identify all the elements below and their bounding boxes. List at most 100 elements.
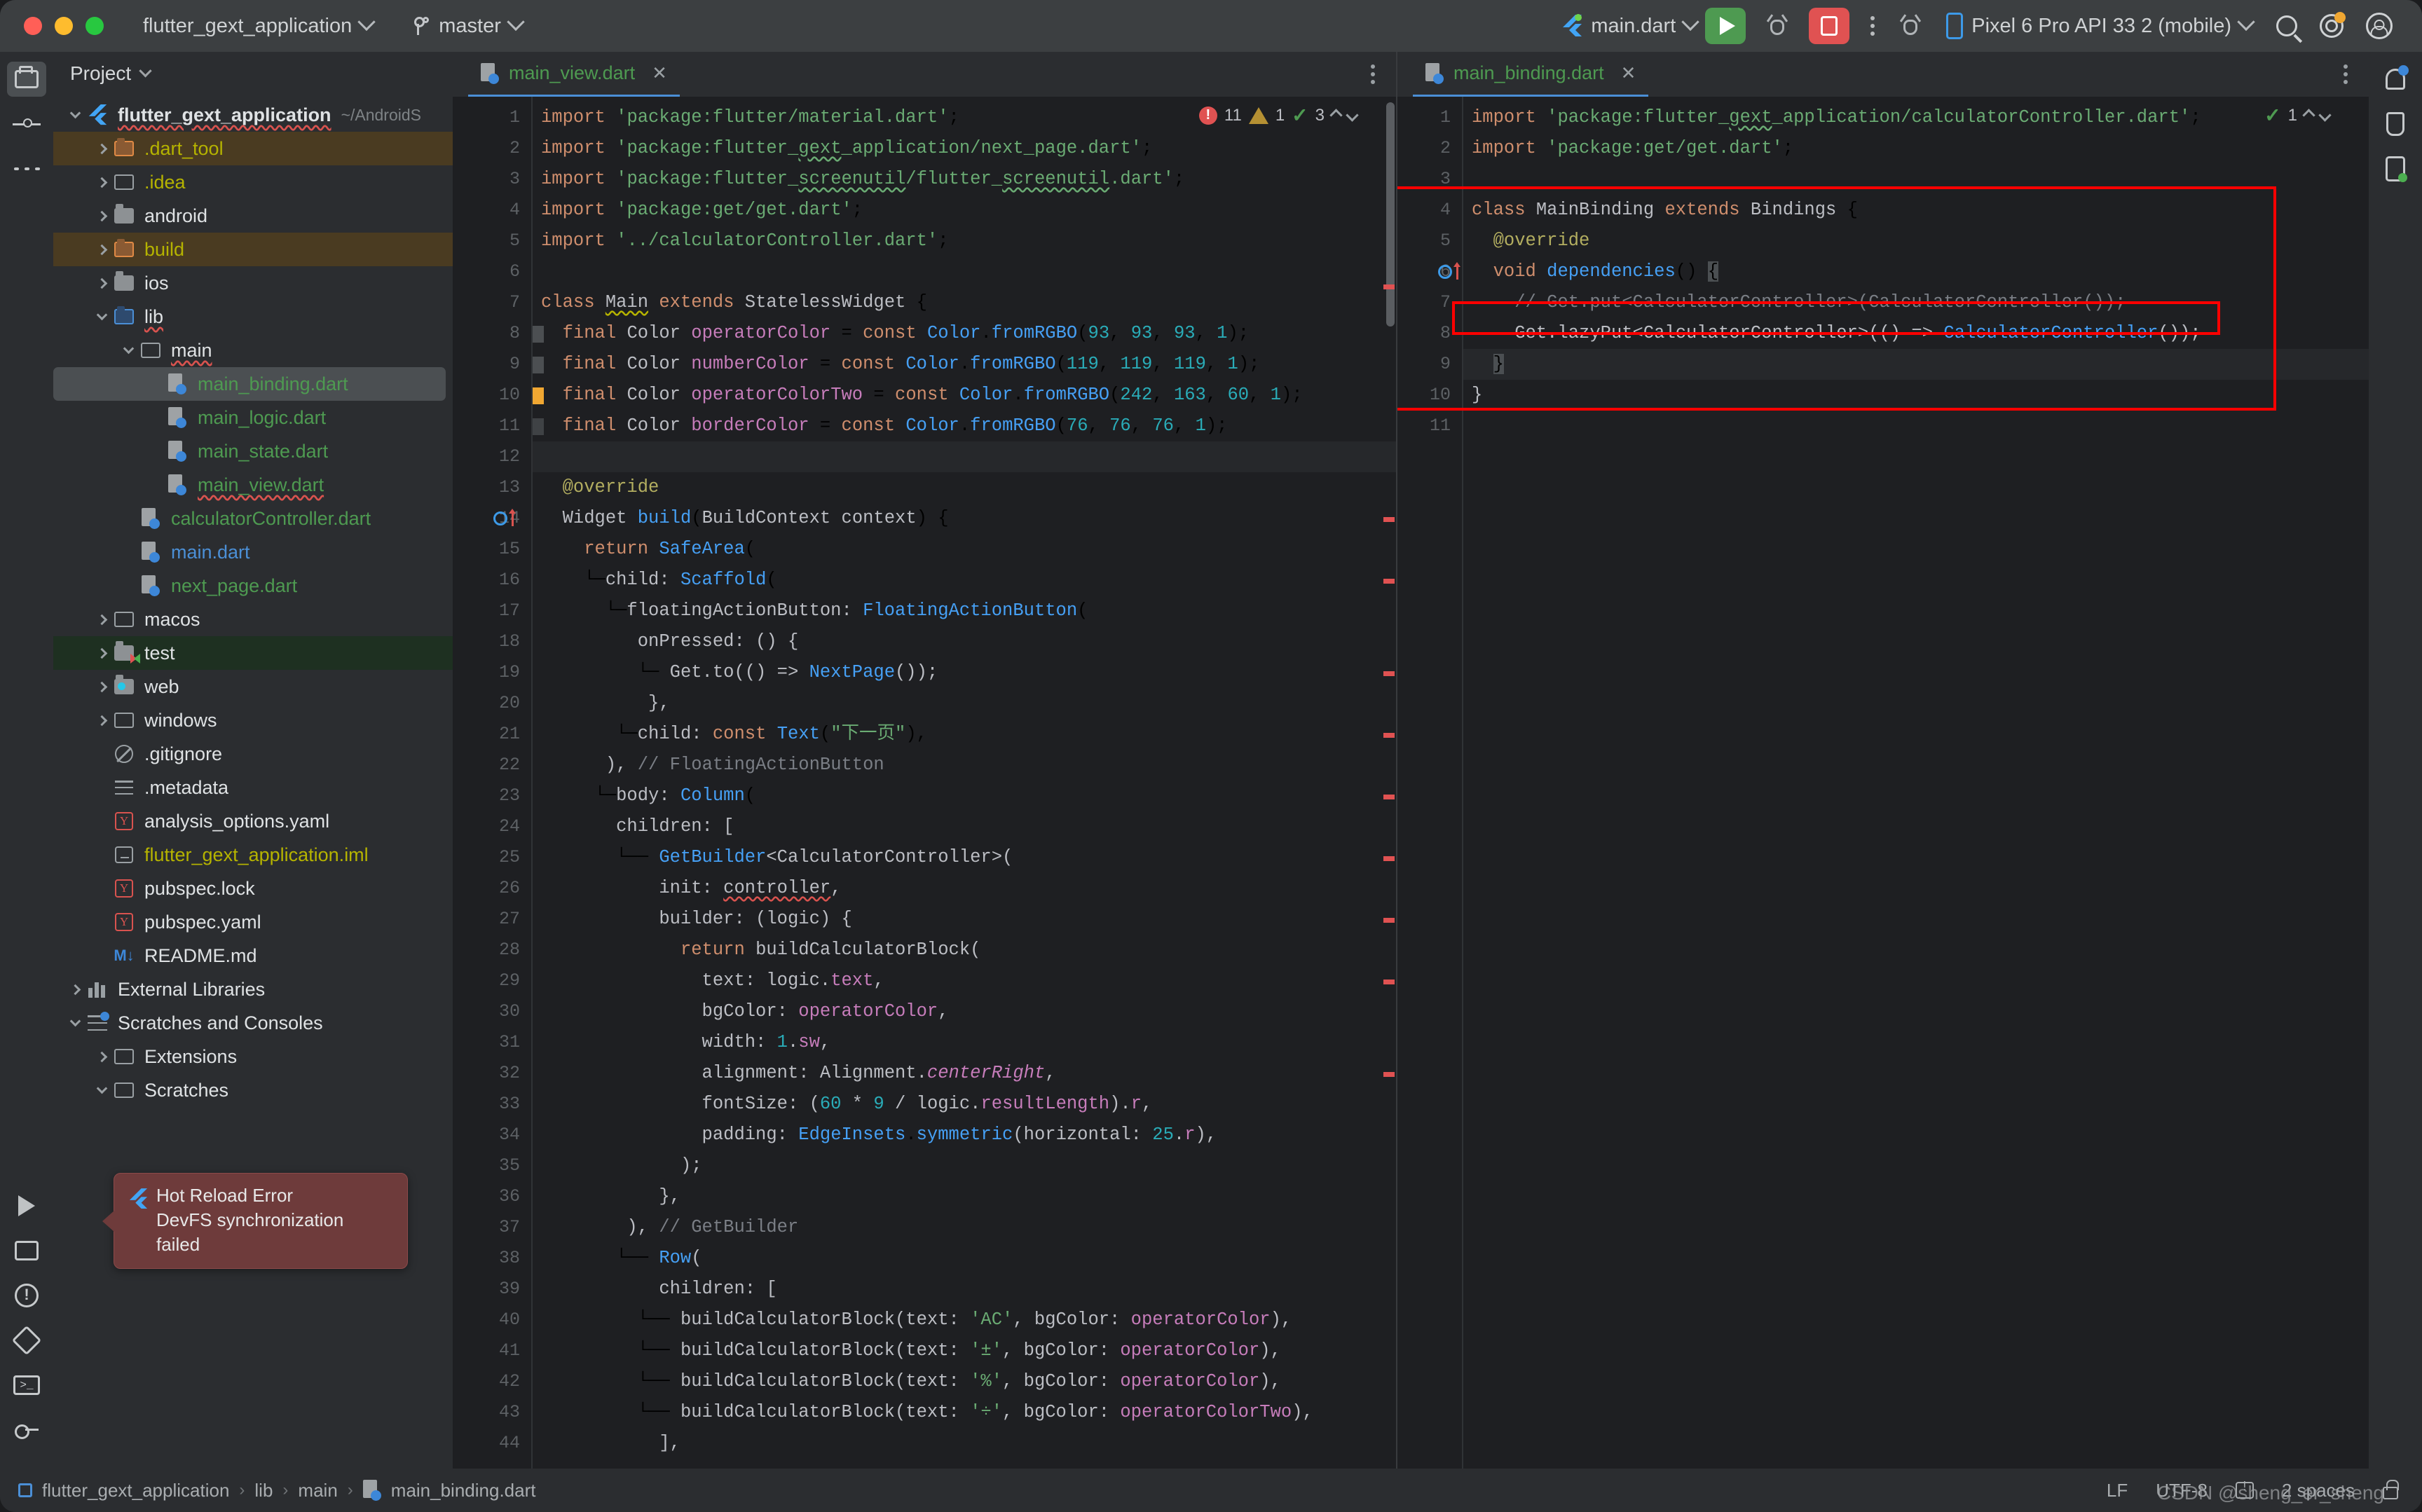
editor-scrollbar-left[interactable] xyxy=(1386,102,1395,327)
sidebar-item-commit[interactable] xyxy=(7,106,46,142)
sidebar-item-project[interactable] xyxy=(7,62,46,97)
code-line[interactable]: import 'package:get/get.dart'; xyxy=(1463,133,2369,164)
code-line[interactable]: └── buildCalculatorBlock(text: 'AC', bgC… xyxy=(533,1305,1396,1335)
override-gutter-icon[interactable] xyxy=(1438,265,1452,279)
close-window-button[interactable] xyxy=(24,17,42,35)
device-selector[interactable]: Pixel 6 Pro API 33 2 (mobile) xyxy=(1946,13,2255,39)
chevron-right-icon[interactable] xyxy=(93,210,111,221)
tree-item--idea[interactable]: .idea xyxy=(53,165,453,199)
inspection-widget-right[interactable]: ✓ 1 xyxy=(2264,104,2332,127)
chevron-up-icon[interactable] xyxy=(2302,109,2315,122)
settings-button[interactable] xyxy=(2308,12,2355,38)
chevron-down-icon[interactable] xyxy=(93,309,111,321)
code-line[interactable]: ), // GetBuilder xyxy=(533,1212,1396,1243)
account-button[interactable] xyxy=(2355,13,2404,39)
tree-item-pubspec-lock[interactable]: Ypubspec.lock xyxy=(53,872,453,905)
chevron-down-icon[interactable] xyxy=(119,343,137,355)
tree-item-pubspec-yaml[interactable]: Ypubspec.yaml xyxy=(53,905,453,939)
editor-options-button[interactable] xyxy=(2344,64,2348,84)
code-line[interactable]: // Get.put<CalculatorController>(Calcula… xyxy=(1463,287,2369,318)
code-line[interactable]: import '../calculatorController.dart'; xyxy=(533,226,1396,256)
tree-item-android[interactable]: android xyxy=(53,199,453,233)
stop-button[interactable] xyxy=(1809,8,1850,44)
tree-item-build[interactable]: build xyxy=(53,233,453,266)
breadcrumb-item[interactable]: main xyxy=(298,1480,337,1501)
tree-item-analysis-options-yaml[interactable]: Yanalysis_options.yaml xyxy=(53,804,453,838)
code-line[interactable]: alignment: Alignment.centerRight, xyxy=(533,1058,1396,1089)
tree-item-main[interactable]: main xyxy=(53,334,453,367)
chevron-right-icon[interactable] xyxy=(93,143,111,154)
code-line[interactable] xyxy=(533,256,1396,287)
code-line[interactable]: init: controller, xyxy=(533,873,1396,904)
code-line[interactable]: └─ Get.to(() => NextPage()); xyxy=(533,657,1396,688)
minimize-window-button[interactable] xyxy=(55,17,73,35)
code-line[interactable]: └─body: Column( xyxy=(533,781,1396,811)
tree-item-macos[interactable]: macos xyxy=(53,603,453,636)
code-line[interactable]: } xyxy=(1463,380,2369,411)
code-line[interactable]: └─floatingActionButton: FloatingActionBu… xyxy=(533,596,1396,626)
tree-item--dart-tool[interactable]: .dart_tool xyxy=(53,132,453,165)
project-selector[interactable]: flutter_gext_application xyxy=(143,13,376,38)
chevron-right-icon[interactable] xyxy=(93,614,111,625)
code-line[interactable]: └── Row( xyxy=(533,1243,1396,1274)
chevron-right-icon[interactable] xyxy=(93,715,111,726)
tree-item-calculatorcontroller-dart[interactable]: calculatorController.dart xyxy=(53,502,453,535)
code-content-left[interactable]: import 'package:flutter/material.dart'; i… xyxy=(531,97,1396,1469)
code-line[interactable]: onPressed: () { xyxy=(533,626,1396,657)
tree-item-main-state-dart[interactable]: main_state.dart xyxy=(53,434,453,468)
chevron-right-icon[interactable] xyxy=(93,1051,111,1062)
chevron-right-icon[interactable] xyxy=(93,244,111,255)
code-line[interactable]: final Color borderColor = const Color.fr… xyxy=(533,411,1396,441)
breadcrumb-item[interactable]: main_binding.dart xyxy=(391,1480,536,1501)
more-options-button[interactable] xyxy=(1858,16,1887,36)
code-line[interactable]: └─child: const Text("下一页"), xyxy=(533,719,1396,750)
chevron-down-icon[interactable] xyxy=(66,107,84,119)
code-line[interactable]: import 'package:flutter_screenutil/flutt… xyxy=(533,164,1396,195)
project-panel-header[interactable]: Project xyxy=(53,52,453,95)
debug-button[interactable] xyxy=(1754,14,1800,38)
sidebar-item-device-manager[interactable] xyxy=(2376,151,2415,186)
tree-item-scratches[interactable]: Scratches xyxy=(53,1073,453,1107)
inspection-widget-left[interactable]: ! 11 1 ✓ 3 xyxy=(1198,104,1359,127)
breadcrumb[interactable]: flutter_gext_application › lib › main › main_b… xyxy=(18,1480,535,1501)
tree-item-windows[interactable]: windows xyxy=(53,703,453,737)
close-icon[interactable]: ✕ xyxy=(652,62,667,84)
run-button[interactable] xyxy=(1705,8,1746,44)
code-line[interactable]: import 'package:get/get.dart'; xyxy=(533,195,1396,226)
chevron-right-icon[interactable] xyxy=(66,984,84,995)
code-line[interactable]: text: logic.text, xyxy=(533,965,1396,996)
code-line[interactable]: children: [ xyxy=(533,1274,1396,1305)
tree-item-extensions[interactable]: Extensions xyxy=(53,1040,453,1073)
code-line[interactable]: padding: EdgeInsets.symmetric(horizontal… xyxy=(533,1120,1396,1150)
close-icon[interactable]: ✕ xyxy=(1621,62,1636,84)
code-line[interactable]: ); xyxy=(533,1150,1396,1181)
code-line[interactable]: fontSize: (60 * 9 / logic.resultLength).… xyxy=(533,1089,1396,1120)
tree-item-lib[interactable]: lib xyxy=(53,300,453,334)
code-line[interactable] xyxy=(1463,164,2369,195)
sidebar-item-flutter-outline[interactable] xyxy=(2376,106,2415,142)
sidebar-item-flutter-inspector[interactable] xyxy=(7,1323,46,1358)
chevron-down-icon[interactable] xyxy=(1346,109,1359,122)
code-line[interactable]: return SafeArea( xyxy=(533,534,1396,565)
code-line[interactable]: return buildCalculatorBlock( xyxy=(533,935,1396,965)
code-line[interactable]: @override xyxy=(533,472,1396,503)
override-gutter-icon[interactable] xyxy=(493,511,507,525)
breadcrumb-item[interactable]: lib xyxy=(254,1480,273,1501)
tab-main-view-dart[interactable]: main_view.dart ✕ xyxy=(468,52,680,97)
code-line[interactable]: ], xyxy=(533,1428,1396,1459)
tree-item-flutter-gext-application-iml[interactable]: flutter_gext_application.iml xyxy=(53,838,453,872)
sidebar-item-terminal[interactable]: >_ xyxy=(7,1368,46,1403)
code-line[interactable]: final Color numberColor = const Color.fr… xyxy=(533,349,1396,380)
code-line[interactable] xyxy=(533,441,1396,472)
breadcrumb-item[interactable]: flutter_gext_application xyxy=(42,1480,229,1501)
code-line[interactable]: width: 1.sw, xyxy=(533,1027,1396,1058)
sidebar-item-run[interactable] xyxy=(7,1188,46,1223)
tree-item-ios[interactable]: ios xyxy=(53,266,453,300)
tree-item--gitignore[interactable]: .gitignore xyxy=(53,737,453,771)
tree-item-scratches-and-consoles[interactable]: Scratches and Consoles xyxy=(53,1006,453,1040)
code-line[interactable]: └── GetBuilder<CalculatorController>( xyxy=(533,842,1396,873)
chevron-down-icon[interactable] xyxy=(66,1015,84,1027)
code-line[interactable]: class Main extends StatelessWidget { xyxy=(533,287,1396,318)
tree-item-flutter-gext-application[interactable]: flutter_gext_application ~/AndroidS xyxy=(53,98,453,132)
code-line[interactable]: Get.lazyPut<CalculatorController>(() => … xyxy=(1463,318,2369,349)
